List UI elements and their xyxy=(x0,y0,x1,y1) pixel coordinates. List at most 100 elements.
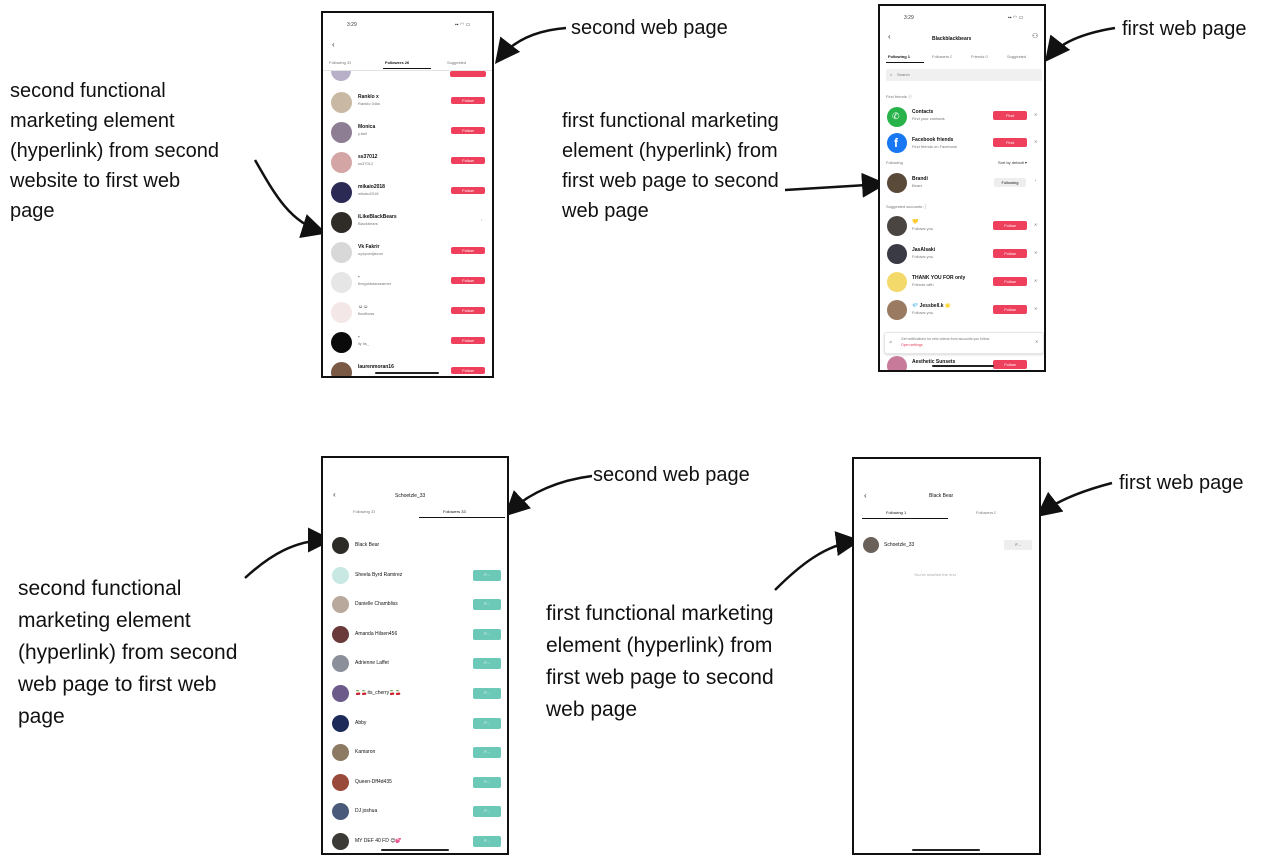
suggested-avatar[interactable] xyxy=(887,272,907,292)
tab-following[interactable]: Following 33 xyxy=(353,509,375,514)
row-name[interactable]: Danielle Chambliss xyxy=(355,601,465,607)
tab-followers[interactable]: Followers 26 xyxy=(385,60,409,65)
add-user-icon[interactable]: ⚇ xyxy=(1032,33,1038,41)
row-name[interactable]: Abby xyxy=(355,720,465,726)
follow-button[interactable]: Follow xyxy=(451,337,485,344)
suggested-name[interactable]: 💎 Jessbell.k 🌟 xyxy=(912,303,988,309)
suggested-name[interactable]: THANK YOU FOR only xyxy=(912,275,988,281)
facebook-name[interactable]: Facebook friends xyxy=(912,137,953,143)
follow-button[interactable]: Follow xyxy=(451,367,485,374)
follow-button[interactable]: Follow xyxy=(451,307,485,314)
search-input[interactable]: ⌕ Search xyxy=(886,69,1042,81)
contacts-name[interactable]: Contacts xyxy=(912,109,933,115)
row-avatar[interactable] xyxy=(331,272,352,293)
row-name[interactable]: ss37012 xyxy=(358,154,442,160)
row-name[interactable]: Queen-Dff4d435 xyxy=(355,779,465,785)
notice-link[interactable]: Open settings xyxy=(901,343,923,347)
close-icon[interactable]: ✕ xyxy=(1035,339,1038,344)
back-icon[interactable]: ‹ xyxy=(333,491,336,499)
row-avatar[interactable] xyxy=(331,332,352,353)
close-icon[interactable]: ✕ xyxy=(1034,222,1037,227)
following-button[interactable]: Following xyxy=(994,178,1026,187)
row-avatar[interactable] xyxy=(332,596,349,614)
following-name[interactable]: Brandi xyxy=(912,176,928,182)
close-icon[interactable]: ✕ xyxy=(1034,278,1037,283)
follow-button[interactable]: Follow xyxy=(451,277,485,284)
follow-button[interactable]: F... xyxy=(473,836,501,847)
row-avatar[interactable] xyxy=(332,833,349,850)
row-avatar[interactable] xyxy=(332,773,349,791)
follow-button[interactable]: F... xyxy=(1004,540,1032,550)
row-avatar[interactable] xyxy=(332,566,349,584)
row-avatar[interactable] xyxy=(332,803,349,821)
follow-button[interactable]: F... xyxy=(473,747,501,759)
back-icon[interactable]: ‹ xyxy=(888,33,891,41)
follow-button[interactable]: F... xyxy=(473,717,501,729)
follow-button[interactable]: Follow xyxy=(451,157,485,164)
sort-dropdown[interactable]: Sort by default ▾ xyxy=(998,160,1027,165)
bell-icon[interactable]: ◔ xyxy=(1034,178,1036,183)
follow-button[interactable]: Follow xyxy=(993,305,1027,314)
follow-button[interactable]: Follow xyxy=(993,360,1027,369)
follow-button[interactable]: F... xyxy=(473,688,501,699)
row-name[interactable]: 🍒🍒its_cherry🍒🍒 xyxy=(355,690,465,696)
find-contacts-button[interactable]: Find xyxy=(993,111,1027,120)
row-avatar[interactable] xyxy=(332,714,349,732)
row-name[interactable]: Ranklo x xyxy=(358,94,442,100)
row-name[interactable]: laurenmoran16 xyxy=(358,364,442,370)
close-icon[interactable]: ✕ xyxy=(1034,306,1037,311)
row-avatar[interactable] xyxy=(331,122,352,143)
tab-following[interactable]: Following 1 xyxy=(888,54,910,59)
row-avatar[interactable] xyxy=(331,92,352,113)
row-avatar[interactable] xyxy=(331,302,352,323)
follow-button[interactable]: Follow xyxy=(993,221,1027,230)
tab-suggested[interactable]: Suggested xyxy=(447,60,466,65)
tab-following[interactable]: Following 33 xyxy=(329,60,351,65)
close-icon[interactable]: ✕ xyxy=(1034,112,1037,117)
tab-followers[interactable]: Followers 0 xyxy=(976,510,996,515)
row-avatar[interactable] xyxy=(331,362,352,376)
follow-button[interactable]: F... xyxy=(473,628,501,640)
follow-button[interactable]: F... xyxy=(473,776,501,788)
follow-button[interactable]: Follow xyxy=(451,247,485,254)
row-avatar[interactable] xyxy=(863,537,879,553)
suggested-avatar[interactable] xyxy=(887,216,907,236)
tab-followers[interactable]: Followers 33 xyxy=(443,509,466,514)
follow-button[interactable]: F... xyxy=(473,599,501,611)
tab-suggested[interactable]: Suggested xyxy=(1007,54,1026,59)
row-name[interactable]: Kamaron xyxy=(355,749,465,755)
row-avatar[interactable] xyxy=(331,182,352,203)
row-name[interactable]: ☺☺ xyxy=(358,304,442,310)
tab-followers[interactable]: Followers 0 xyxy=(932,54,952,59)
row-avatar[interactable] xyxy=(332,685,349,702)
row-name[interactable]: Monica xyxy=(358,124,442,130)
row-name[interactable]: iLikeBlackBears xyxy=(358,214,442,220)
follow-button[interactable]: F... xyxy=(473,806,501,818)
follow-button[interactable]: Follow xyxy=(451,127,485,134)
row-avatar[interactable] xyxy=(332,744,349,762)
row-name[interactable]: - xyxy=(358,334,442,340)
row-avatar[interactable] xyxy=(332,537,349,554)
follow-button[interactable]: F... xyxy=(473,658,501,670)
hyperlink-black-bear[interactable]: Black Bear xyxy=(355,542,465,548)
close-icon[interactable]: ✕ xyxy=(1034,250,1037,255)
row-avatar[interactable] xyxy=(332,655,349,673)
row-avatar[interactable] xyxy=(331,242,352,263)
suggested-name[interactable]: JasAlsaki xyxy=(912,247,988,253)
suggested-name[interactable]: 💛 xyxy=(912,219,988,225)
row-name[interactable]: MY DEF 40 FD 😊💕 xyxy=(355,838,465,844)
follow-button[interactable]: Follow xyxy=(993,277,1027,286)
row-name[interactable]: Amanda Hilsen456 xyxy=(355,631,465,637)
follow-button[interactable]: Follow xyxy=(451,187,485,194)
suggested-avatar[interactable] xyxy=(887,300,907,320)
partial-follow-button[interactable] xyxy=(450,71,486,77)
row-avatar[interactable] xyxy=(331,212,352,233)
tab-following[interactable]: Following 1 xyxy=(886,510,906,515)
chevron-right-icon[interactable]: › xyxy=(481,217,482,222)
close-icon[interactable]: ✕ xyxy=(1034,139,1037,144)
follow-button[interactable]: F... xyxy=(473,569,501,581)
follow-button[interactable]: Follow xyxy=(993,249,1027,258)
back-icon[interactable]: ‹ xyxy=(864,492,867,500)
row-name[interactable]: DJ joshua xyxy=(355,808,465,814)
row-name[interactable]: mikaio2018 xyxy=(358,184,442,190)
